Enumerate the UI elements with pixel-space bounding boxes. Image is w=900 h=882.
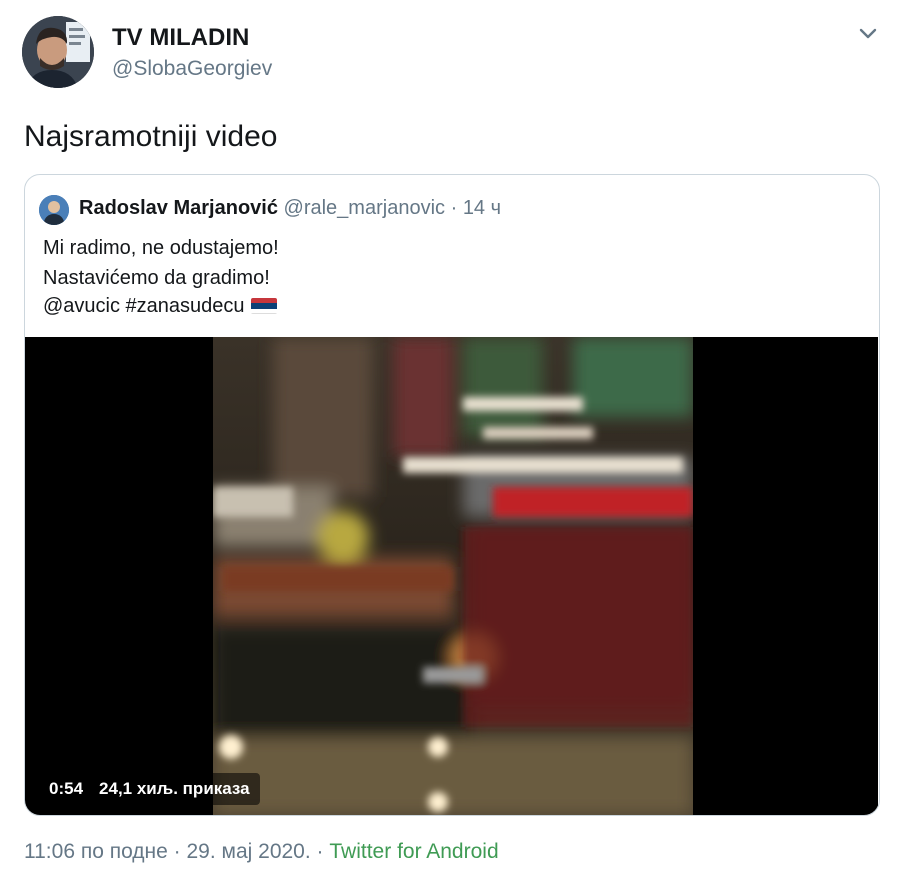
tweet-timestamp[interactable]: 11:06 по подне · 29. мај 2020. xyxy=(24,840,311,863)
author-name[interactable]: TV MILADIN xyxy=(112,24,249,52)
quoted-tweet-line: Nastavićemo da gradimo! xyxy=(43,267,270,289)
quoted-author-name[interactable]: Radoslav Marjanović xyxy=(79,197,278,219)
separator-dot: · xyxy=(316,840,324,863)
tweet-footer: 11:06 по подне · 29. мај 2020. · Twitter… xyxy=(24,840,499,864)
quoted-tweet-line: Mi radimo, ne odustajemo! xyxy=(43,237,279,259)
separator-dot: · xyxy=(450,197,458,219)
tweet-text: Najsramotniji video xyxy=(24,120,278,153)
tweet: TV MILADIN @SlobaGeorgiev Najsramotniji … xyxy=(0,0,900,882)
video-duration: 0:54 xyxy=(49,779,84,798)
video-meta: 0:54 24,1 хиљ. приказа xyxy=(39,773,260,805)
serbia-flag-icon xyxy=(250,298,277,314)
quoted-tweet[interactable]: Radoslav Marjanović @rale_marjanovic · 1… xyxy=(24,174,880,816)
video-player[interactable]: 0:54 24,1 хиљ. приказа xyxy=(25,337,878,815)
tweet-source-link[interactable]: Twitter for Android xyxy=(329,840,498,863)
quoted-tweet-time[interactable]: 14 ч xyxy=(463,197,501,219)
author-avatar[interactable] xyxy=(22,16,94,88)
video-views: 24,1 хиљ. приказа xyxy=(99,779,250,798)
video-thumbnail xyxy=(213,337,693,815)
author-handle[interactable]: @SlobaGeorgiev xyxy=(112,57,272,81)
quoted-author-avatar[interactable] xyxy=(39,195,69,225)
chevron-down-icon[interactable] xyxy=(856,26,880,42)
quoted-tweet-mentions: @avucic #zanasudecu xyxy=(43,295,245,317)
quoted-tweet-line: @avucic #zanasudecu xyxy=(43,295,277,318)
quoted-tweet-header: Radoslav Marjanović @rale_marjanovic · 1… xyxy=(79,197,501,220)
quoted-author-handle[interactable]: @rale_marjanovic xyxy=(284,197,445,219)
